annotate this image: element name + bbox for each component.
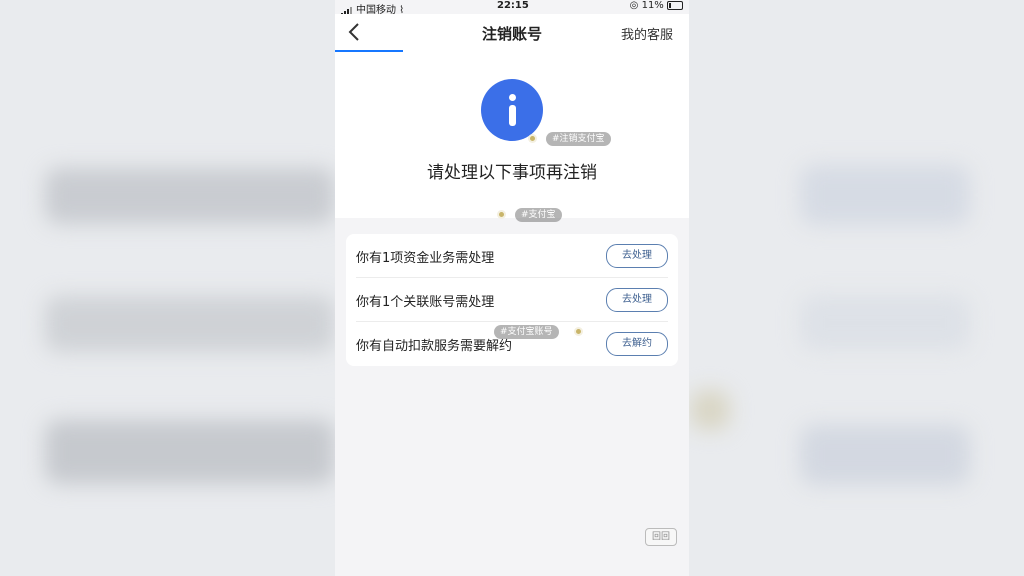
handle-linked-account-button[interactable]: 去处理 <box>606 288 668 312</box>
item-text: 你有自动扣款服务需要解约 <box>356 339 513 354</box>
item-text: 你有1个关联账号需处理 <box>356 295 495 310</box>
status-bar: 中国移动 ⌇ 22:15 ◎ 11% <box>335 0 689 16</box>
list-item: 你有1个关联账号需处理 去处理 <box>346 278 678 322</box>
tag-dot <box>574 327 583 336</box>
pending-items-card: 你有1项资金业务需处理 去处理 你有1个关联账号需处理 去处理 你有自动扣款服务… <box>346 234 678 366</box>
hero-title: 请处理以下事项再注销 <box>427 163 597 183</box>
topic-tag[interactable]: #支付宝 <box>515 208 562 222</box>
topic-tag[interactable]: #注销支付宝 <box>546 132 611 146</box>
battery-icon <box>667 0 683 10</box>
hero-section: 请处理以下事项再注销 <box>335 52 689 218</box>
battery-percent: 11% <box>641 0 664 11</box>
customer-service-link[interactable]: 我的客服 <box>621 24 673 43</box>
lock-rotation-icon: ◎ <box>629 0 639 11</box>
topic-tag[interactable]: #支付宝账号 <box>494 325 559 339</box>
blur-block <box>800 165 970 225</box>
blur-block <box>800 296 970 350</box>
blur-block <box>690 390 730 430</box>
tag-dot <box>497 210 506 219</box>
blur-block <box>45 168 335 224</box>
blur-block <box>800 425 970 485</box>
blur-block <box>45 420 335 484</box>
list-item: 你有1项资金业务需处理 去处理 <box>346 234 678 278</box>
corner-button[interactable]: 回回 <box>645 528 677 546</box>
nav-bar: 注销账号 我的客服 <box>335 14 689 52</box>
status-time: 22:15 <box>497 0 529 11</box>
tag-dot <box>528 134 537 143</box>
handle-funds-button[interactable]: 去处理 <box>606 244 668 268</box>
phone-screen: 中国移动 ⌇ 22:15 ◎ 11% 注销账号 我的客服 请处理以下事项再注销 … <box>335 0 689 576</box>
item-text: 你有1项资金业务需处理 <box>356 251 495 266</box>
info-icon <box>481 79 543 141</box>
blur-block <box>45 296 335 352</box>
status-right: ◎ 11% <box>630 0 683 11</box>
cancel-autopay-button[interactable]: 去解约 <box>606 332 668 356</box>
